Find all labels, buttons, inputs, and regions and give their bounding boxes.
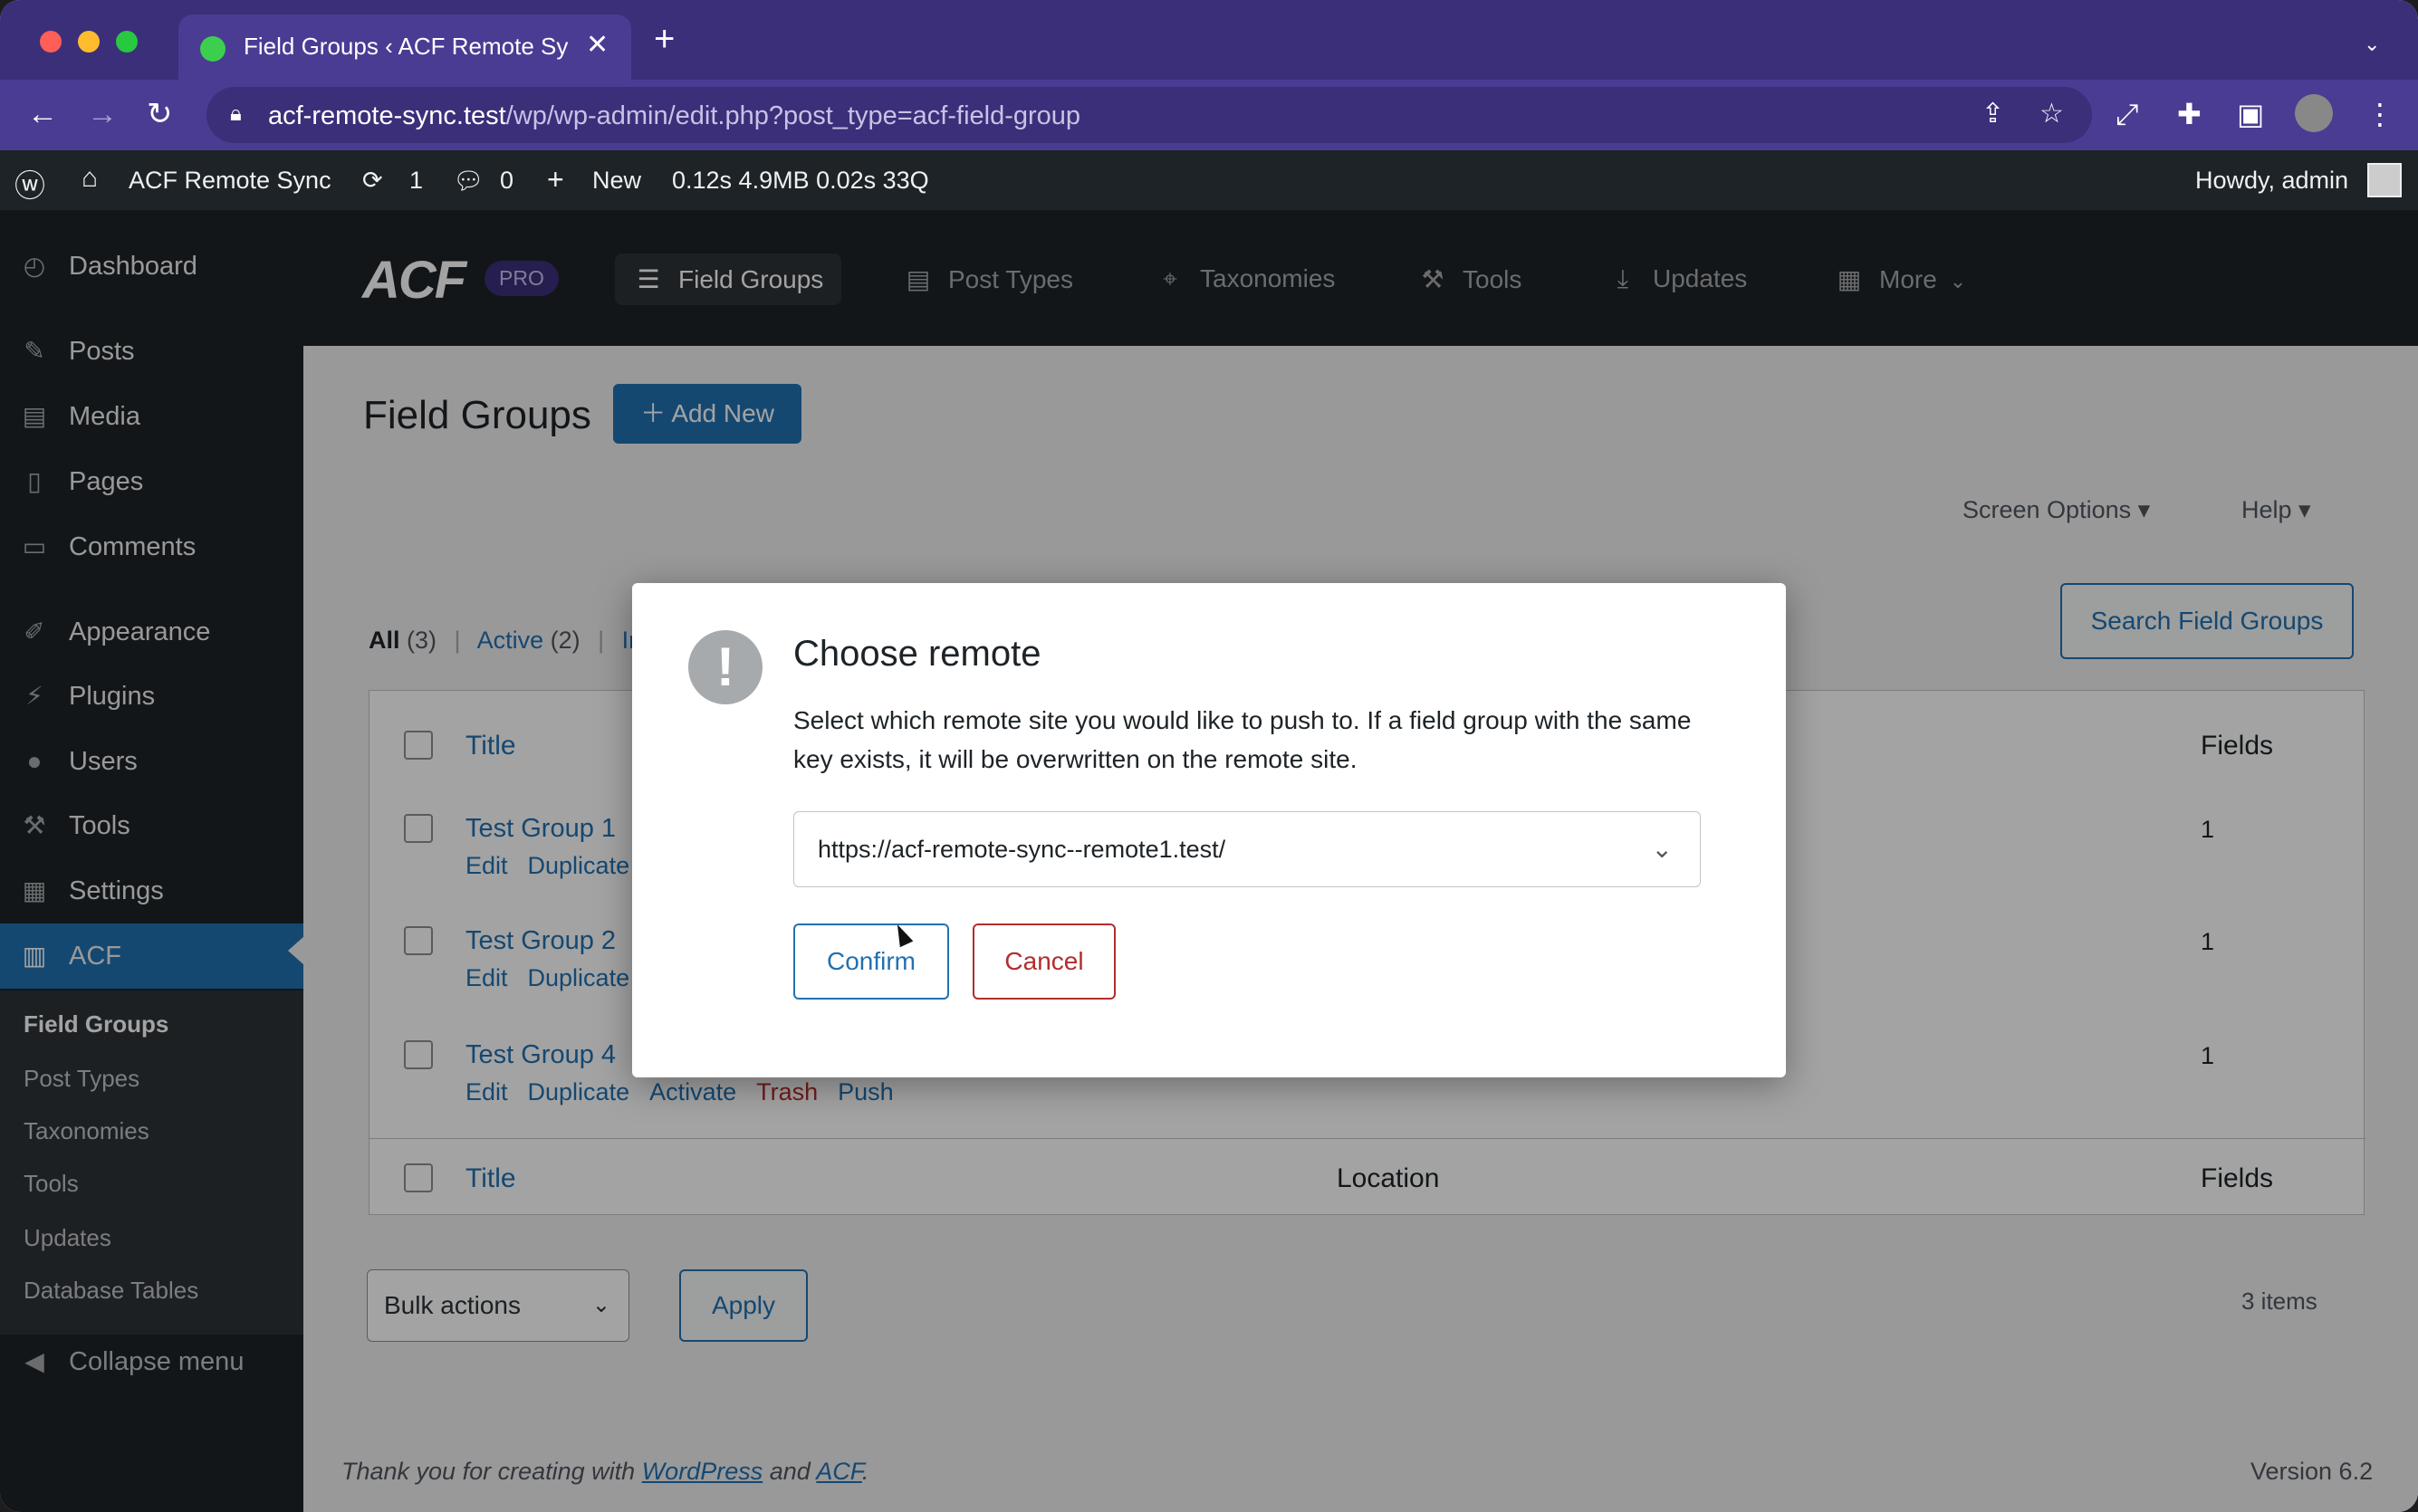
howdy-user-link[interactable]: Howdy, admin xyxy=(2195,167,2348,195)
extensions-icon[interactable]: ✚ xyxy=(2177,96,2202,132)
profile-avatar[interactable] xyxy=(2295,94,2333,132)
close-tab-icon[interactable]: ✕ xyxy=(586,29,609,61)
close-window-button[interactable] xyxy=(40,31,62,53)
new-content-link[interactable]: New xyxy=(592,167,641,195)
dialog-text: Select which remote site you would like … xyxy=(793,706,1692,773)
home-icon[interactable]: ⌂ xyxy=(82,163,98,194)
browser-window: Field Groups ‹ ACF Remote Sy ✕ + ⌄ ← → ↻… xyxy=(0,0,2418,1512)
lock-icon: 🔒︎ xyxy=(230,101,242,126)
user-avatar[interactable] xyxy=(2367,163,2402,197)
maximize-window-button[interactable] xyxy=(116,31,138,53)
tab-title: Field Groups ‹ ACF Remote Sy xyxy=(244,33,569,60)
tab-bar: Field Groups ‹ ACF Remote Sy ✕ + ⌄ xyxy=(0,0,2418,80)
modal-backdrop-header[interactable] xyxy=(303,210,2418,346)
confirm-button[interactable]: Confirm xyxy=(793,923,949,1000)
dialog-title: Choose remote xyxy=(793,634,1041,674)
modal-backdrop-sidebar[interactable] xyxy=(0,210,303,1512)
new-tab-icon[interactable]: + xyxy=(654,21,675,57)
comments-icon[interactable]: 💬︎ xyxy=(453,167,484,196)
browser-menu-icon[interactable]: ⋮ xyxy=(2365,96,2394,132)
share-icon[interactable]: ⇪ xyxy=(1981,98,2004,129)
sidebar-toggle-icon[interactable]: ▣ xyxy=(2237,96,2264,132)
url-host: acf-remote-sync.test xyxy=(268,101,506,130)
remote-site-value: https://acf-remote-sync--remote1.test/ xyxy=(818,836,1226,863)
tab-list-icon[interactable]: ⌄ xyxy=(2364,33,2380,56)
back-icon[interactable]: ← xyxy=(27,96,58,132)
wp-admin-bar: ⓦ ⌂ ACF Remote Sync ⟳ 1 💬︎ 0 + New 0.12s… xyxy=(0,150,2418,210)
address-bar[interactable]: 🔒︎ acf-remote-sync.test/wp/wp-admin/edit… xyxy=(206,87,2092,143)
browser-tab[interactable]: Field Groups ‹ ACF Remote Sy ✕ xyxy=(178,14,631,80)
wordpress-logo-icon[interactable]: ⓦ xyxy=(14,161,45,206)
remote-site-select[interactable]: https://acf-remote-sync--remote1.test/ ⌄ xyxy=(793,811,1701,887)
updates-icon[interactable]: ⟳ xyxy=(362,167,383,195)
bookmark-star-icon[interactable]: ☆ xyxy=(2039,98,2064,129)
cancel-button[interactable]: Cancel xyxy=(973,923,1116,1000)
favicon-icon xyxy=(200,36,225,62)
url-text[interactable]: acf-remote-sync.test/wp/wp-admin/edit.ph… xyxy=(268,101,1080,131)
site-name-link[interactable]: ACF Remote Sync xyxy=(129,167,331,195)
query-monitor-stats[interactable]: 0.12s 4.9MB 0.02s 33Q xyxy=(672,167,929,195)
choose-remote-dialog: ! Choose remote Select which remote site… xyxy=(632,583,1786,1077)
fullscreen-icon[interactable]: ⤢ xyxy=(2116,96,2139,132)
forward-icon[interactable]: → xyxy=(87,96,118,132)
reload-icon[interactable]: ↻ xyxy=(147,96,173,132)
chevron-down-icon: ⌄ xyxy=(1651,835,1673,863)
minimize-window-button[interactable] xyxy=(78,31,100,53)
warning-icon: ! xyxy=(688,630,763,704)
add-new-icon[interactable]: + xyxy=(547,163,564,196)
updates-count[interactable]: 1 xyxy=(409,167,423,195)
comments-count[interactable]: 0 xyxy=(500,167,513,195)
url-path: /wp/wp-admin/edit.php?post_type=acf-fiel… xyxy=(505,101,1081,130)
